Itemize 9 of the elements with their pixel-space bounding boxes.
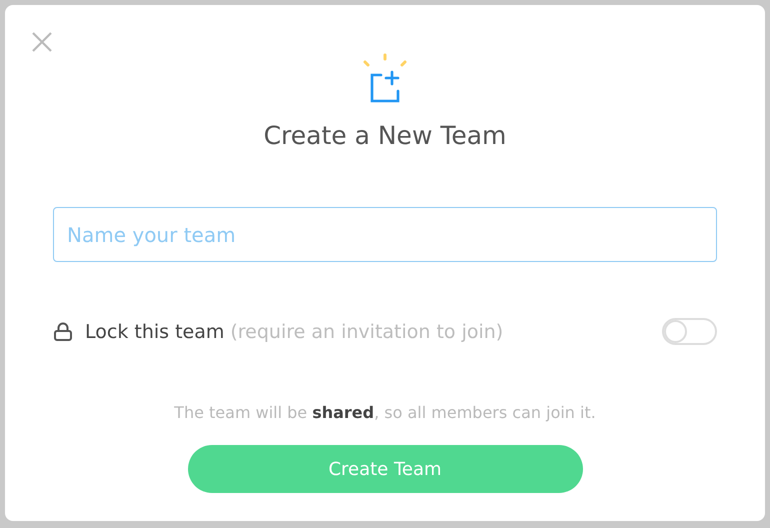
dialog-title: Create a New Team: [264, 120, 506, 152]
create-team-button[interactable]: Create Team: [188, 445, 582, 493]
sharing-note: The team will be shared, so all members can join it.: [173, 403, 597, 422]
lock-label: Lock this team: [85, 320, 224, 342]
team-name-field[interactable]: Name your team: [53, 207, 717, 262]
close-button[interactable]: [31, 31, 53, 53]
lock-toggle[interactable]: [662, 318, 717, 345]
lock-hint: (require an invitation to join): [230, 320, 504, 342]
lock-icon: [53, 322, 73, 342]
